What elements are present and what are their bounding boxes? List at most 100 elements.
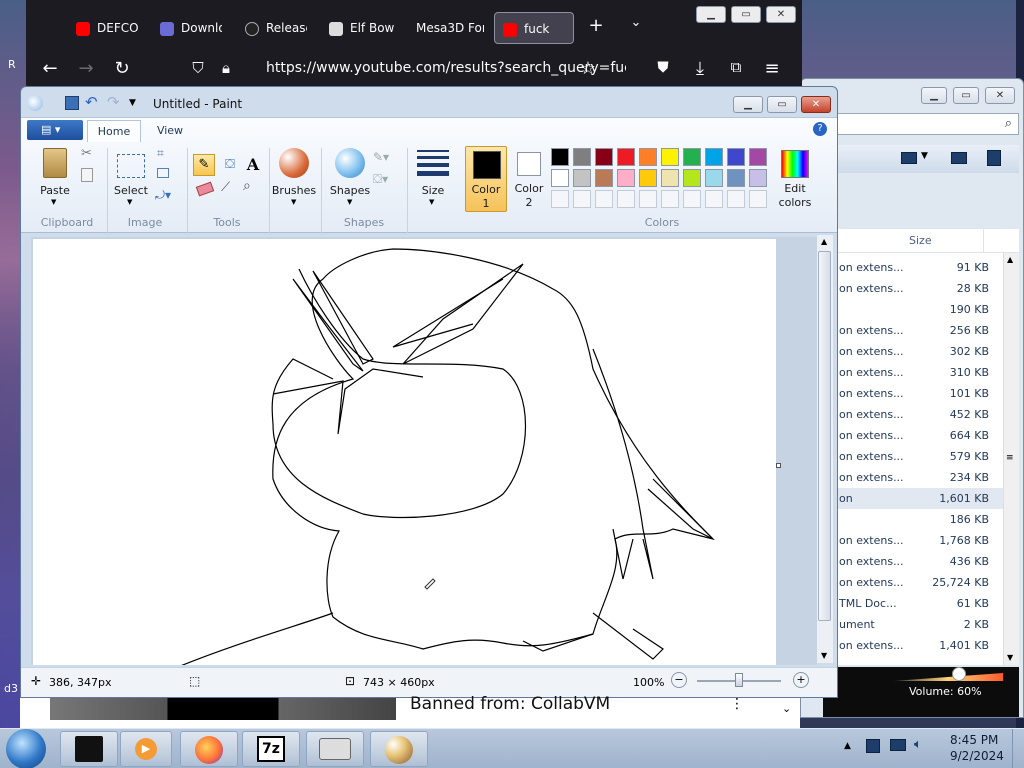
taskbar-app-media-player[interactable] <box>60 731 118 767</box>
downloads-icon[interactable]: ⤓ <box>688 58 712 79</box>
pencil-icon[interactable]: ✎ <box>193 154 215 176</box>
bookmark-star-icon[interactable]: ☆ <box>576 58 600 79</box>
magnifier-icon[interactable]: ⌕ <box>243 178 251 194</box>
browser-tab[interactable]: Elf Bow <box>329 12 395 44</box>
list-item[interactable]: on extens... 234 KB <box>823 467 1003 488</box>
save-icon[interactable] <box>65 96 79 110</box>
shapes-icon[interactable] <box>335 148 365 178</box>
chevron-down-icon[interactable]: ▼ <box>129 98 136 108</box>
list-item[interactable]: on extens... 302 KB <box>823 341 1003 362</box>
tab-view[interactable]: View <box>145 120 195 142</box>
paint-app-icon[interactable] <box>27 95 43 111</box>
color1-button[interactable]: Color 1 <box>465 146 507 212</box>
minimize-button[interactable]: ▁ <box>921 87 947 104</box>
list-item[interactable]: on extens... 436 KB <box>823 551 1003 572</box>
view-icon[interactable] <box>901 152 917 164</box>
search-box[interactable]: ⌕ <box>823 113 1019 135</box>
volume-slider[interactable] <box>893 673 1003 681</box>
maximize-button[interactable]: ▭ <box>731 6 761 23</box>
zoom-out-icon[interactable]: − <box>671 672 687 688</box>
color-swatch[interactable] <box>639 148 657 166</box>
color-swatch[interactable] <box>595 148 613 166</box>
color-swatch[interactable] <box>749 169 767 187</box>
list-item[interactable]: on extens... 25,724 KB <box>823 572 1003 593</box>
color-swatch[interactable] <box>639 169 657 187</box>
tab-home[interactable]: Home <box>87 120 141 142</box>
brushes-icon[interactable] <box>279 148 309 178</box>
start-button[interactable] <box>6 729 46 768</box>
list-item[interactable]: ument 2 KB <box>823 614 1003 635</box>
taskbar-app-7zip[interactable]: 7z <box>242 731 300 767</box>
close-button[interactable]: ✕ <box>985 87 1015 104</box>
color-swatch[interactable] <box>727 148 745 166</box>
list-item[interactable]: on extens... 28 KB <box>823 278 1003 299</box>
minimize-button[interactable]: ▁ <box>733 96 763 113</box>
color-swatch[interactable] <box>705 148 723 166</box>
list-item[interactable]: on extens... 310 KB <box>823 362 1003 383</box>
chevron-down-icon[interactable]: ▼ <box>291 198 296 206</box>
select-icon[interactable] <box>117 154 145 178</box>
minimize-button[interactable]: ▁ <box>696 6 726 23</box>
list-item[interactable]: 186 KB <box>823 509 1003 530</box>
scroll-up-icon[interactable]: ▲ <box>821 237 827 246</box>
color-swatch[interactable] <box>639 190 657 208</box>
clock-time[interactable]: 8:45 PM <box>950 733 998 747</box>
reload-icon[interactable]: ↻ <box>110 58 134 79</box>
paste-button[interactable]: Paste <box>35 184 75 197</box>
drawing-canvas[interactable] <box>33 239 776 665</box>
maximize-button[interactable]: ▭ <box>953 87 979 104</box>
canvas-scrollbar[interactable]: ▲ ▼ <box>817 235 833 663</box>
color-swatch[interactable] <box>727 169 745 187</box>
color-picker-icon[interactable]: ⟋ <box>221 180 230 195</box>
scroll-thumb[interactable] <box>818 251 831 621</box>
zoom-in-icon[interactable]: + <box>793 672 809 688</box>
list-item[interactable]: on extens... 452 KB <box>823 404 1003 425</box>
color-swatch[interactable] <box>573 148 591 166</box>
copy-icon[interactable] <box>81 168 93 182</box>
color-swatch[interactable] <box>683 169 701 187</box>
network-icon[interactable] <box>866 739 880 753</box>
color-swatch[interactable] <box>573 190 591 208</box>
color-swatch[interactable] <box>749 148 767 166</box>
taskbar-app-paint[interactable] <box>370 731 428 767</box>
volume-icon[interactable]: 🔈︎ <box>914 737 922 752</box>
color-swatch[interactable] <box>551 190 569 208</box>
color-swatch[interactable] <box>749 190 767 208</box>
scroll-up-icon[interactable]: ▲ <box>1007 255 1013 264</box>
color-swatch[interactable] <box>705 169 723 187</box>
search-icon[interactable]: ⌕ <box>1005 116 1012 131</box>
redo-icon[interactable]: ↷ <box>107 93 120 111</box>
menu-icon[interactable]: ≡ <box>760 58 784 79</box>
fill-icon[interactable]: ⛋ <box>219 154 241 176</box>
list-item[interactable]: on extens... 579 KB <box>823 446 1003 467</box>
monitor-icon[interactable] <box>890 739 906 751</box>
taskbar-app-firefox[interactable] <box>180 731 238 767</box>
canvas-resize-handle[interactable] <box>776 463 781 468</box>
text-icon[interactable]: A <box>243 154 263 176</box>
lock-icon[interactable]: 🔒︎ <box>214 59 238 77</box>
chevron-down-icon[interactable]: ▼ <box>127 198 132 206</box>
url-bar[interactable]: https://www.youtube.com/results?search_q… <box>266 60 626 76</box>
size-column-header[interactable]: Size <box>909 234 932 247</box>
color-swatch[interactable] <box>727 190 745 208</box>
chevron-down-icon[interactable]: ▼ <box>921 151 928 161</box>
list-item[interactable]: TML Doc... 61 KB <box>823 593 1003 614</box>
edit-colors-button[interactable]: Edit colors <box>773 146 817 212</box>
color-swatch[interactable] <box>661 148 679 166</box>
close-button[interactable]: ✕ <box>801 96 831 113</box>
list-item[interactable]: on 1,601 KB <box>823 488 1003 509</box>
taskbar-app-network[interactable] <box>306 731 364 767</box>
list-item[interactable]: on extens... 91 KB <box>823 257 1003 278</box>
resize-icon[interactable] <box>157 168 169 178</box>
color-swatch[interactable] <box>617 169 635 187</box>
shield-icon[interactable]: ⛉ <box>186 59 210 77</box>
chevron-down-icon[interactable]: ⌄ <box>782 702 791 715</box>
chevron-down-icon[interactable]: ▼ <box>347 198 352 206</box>
color-swatch[interactable] <box>617 190 635 208</box>
help-icon[interactable] <box>987 150 1001 166</box>
color-swatch[interactable] <box>661 190 679 208</box>
pocket-icon[interactable]: ⛊ <box>651 58 675 76</box>
file-list-scrollbar[interactable]: ▲ ≡ ▼ <box>1003 253 1019 665</box>
extensions-icon[interactable]: ⧉ <box>724 58 748 76</box>
size-icon[interactable] <box>417 150 449 176</box>
